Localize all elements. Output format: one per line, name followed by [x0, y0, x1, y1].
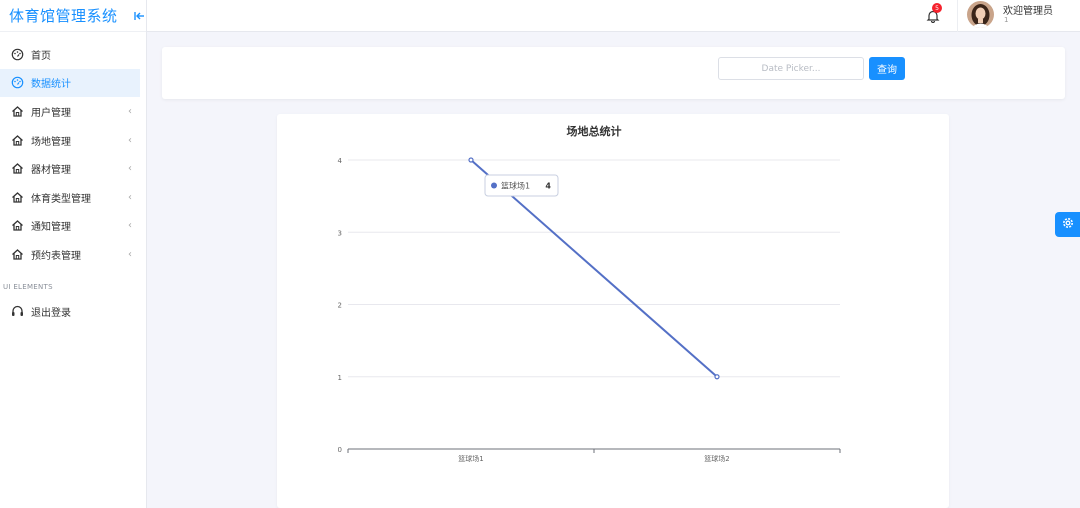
x-tick-label-1: 篮球场2 [704, 454, 729, 463]
sidebar-item-label: 器材管理 [31, 165, 71, 177]
tooltip-marker [491, 182, 497, 189]
sidebar-item-label: 体育类型管理 [31, 193, 91, 205]
sidebar-item-7[interactable]: 预约表管理 ‹ [0, 240, 146, 269]
chart-title: 场地总统计 [567, 124, 622, 138]
data-point-1 [714, 374, 720, 380]
chart-card: 场地总统计 0 1 2 3 4 篮球场1 篮球场2 篮球场1 4 [277, 114, 949, 508]
headset-icon [10, 304, 24, 318]
home-icon [10, 104, 24, 118]
chevron-left-icon: ‹ [128, 134, 132, 146]
sidebar-item-3[interactable]: 场地管理 ‹ [0, 126, 146, 155]
sidebar: 体育馆管理系统 首页 数据统计 用户管理 ‹ 场地管理 ‹ 器材管理 ‹ 体育类型管理 ‹ 通知管理… [0, 0, 147, 508]
logout-label: 退出登录 [31, 307, 71, 319]
chevron-left-icon: ‹ [128, 191, 132, 203]
sidebar-item-label: 通知管理 [31, 222, 71, 234]
top-header: 5 欢迎管理员 1 [147, 0, 1080, 32]
dashboard-icon [10, 47, 24, 61]
chevron-left-icon: ‹ [128, 105, 132, 117]
sidebar-item-label: 首页 [31, 50, 51, 62]
x-tick-label-0: 篮球场1 [458, 454, 483, 463]
home-icon [10, 133, 24, 147]
welcome-text: 欢迎管理员 [1003, 6, 1053, 17]
header-divider [957, 0, 958, 32]
home-icon [10, 190, 24, 204]
chevron-left-icon: ‹ [128, 248, 132, 260]
sidebar-item-1[interactable]: 数据统计 [0, 68, 140, 98]
y-tick-label-0: 0 [338, 446, 342, 454]
sidebar-item-label: 场地管理 [31, 136, 71, 148]
y-tick-label-2: 2 [338, 302, 342, 310]
data-point-0 [468, 157, 474, 163]
y-tick-label-3: 3 [338, 229, 342, 237]
home-icon [10, 162, 24, 176]
date-picker-input[interactable] [718, 57, 864, 80]
notification-badge: 5 [932, 3, 942, 13]
query-button[interactable]: 查询 [869, 57, 905, 80]
brand: 体育馆管理系统 [0, 0, 146, 32]
sidebar-item-0[interactable]: 首页 [0, 40, 146, 69]
app-title: 体育馆管理系统 [9, 7, 118, 25]
sidebar-item-6[interactable]: 通知管理 ‹ [0, 212, 146, 241]
home-icon [10, 247, 24, 261]
y-tick-label-4: 4 [338, 157, 343, 165]
avatar[interactable] [967, 1, 994, 28]
sidebar-item-5[interactable]: 体育类型管理 ‹ [0, 183, 146, 212]
chevron-left-icon: ‹ [128, 163, 132, 175]
sidebar-menu: 首页数据统计用户管理 ‹ 场地管理 ‹ 器材管理 ‹ 体育类型管理 ‹ 通知管理 ‹ 预约表管理 ‹ [0, 32, 146, 269]
sidebar-item-label: 用户管理 [31, 107, 71, 119]
settings-button[interactable] [1055, 212, 1080, 237]
user-subtext: 1 [1004, 16, 1009, 24]
gear-icon [1061, 215, 1075, 234]
tooltip-value: 4 [545, 182, 551, 191]
sidebar-item-2[interactable]: 用户管理 ‹ [0, 97, 146, 126]
logout-button[interactable]: 退出登录 [0, 297, 146, 326]
dashboard-icon [10, 76, 24, 90]
sidebar-item-4[interactable]: 器材管理 ‹ [0, 154, 146, 183]
section-label: UI ELEMENTS [3, 282, 53, 291]
sidebar-item-label: 预约表管理 [31, 250, 81, 262]
collapse-sidebar-icon[interactable] [133, 11, 145, 21]
sidebar-item-label: 数据统计 [31, 79, 71, 91]
y-tick-label-1: 1 [338, 374, 342, 382]
tooltip-label: 篮球场1 [501, 181, 530, 191]
chevron-left-icon: ‹ [128, 220, 132, 232]
home-icon [10, 219, 24, 233]
line-chart: 场地总统计 0 1 2 3 4 篮球场1 篮球场2 篮球场1 4 [338, 124, 841, 463]
filter-bar: 查询 [162, 47, 1065, 99]
